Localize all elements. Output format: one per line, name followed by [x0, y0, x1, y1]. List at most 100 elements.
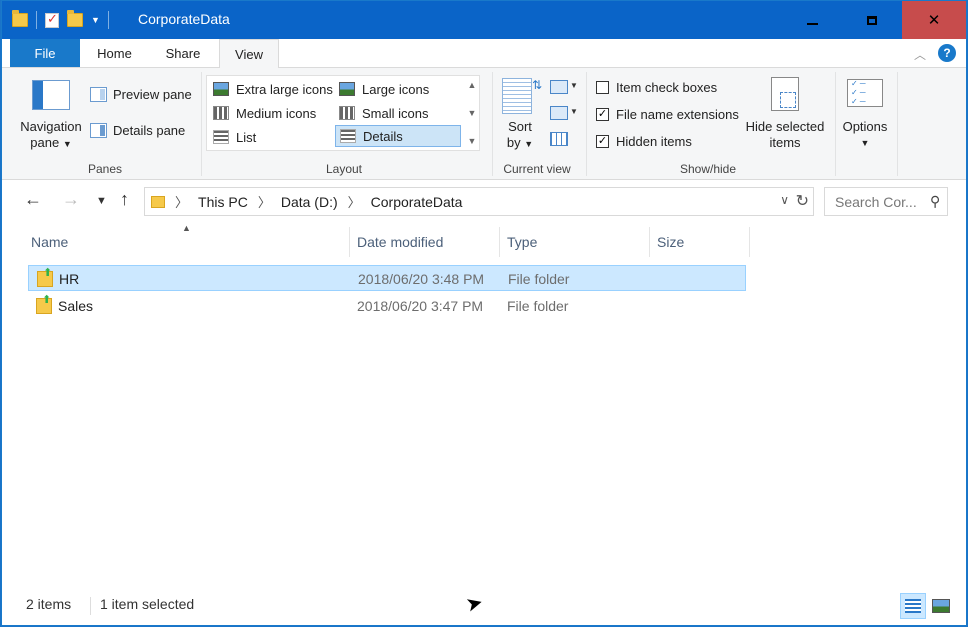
breadcrumb-corporatedata[interactable]: CorporateData — [371, 194, 463, 210]
options-label: Options — [842, 119, 888, 134]
folder-icon — [36, 293, 52, 314]
layout-gallery: Extra large icons Large icons Medium ico… — [206, 75, 480, 151]
column-header-name[interactable]: Name — [24, 227, 350, 257]
breadcrumb-data-d[interactable]: Data (D:) — [281, 194, 338, 210]
column-header-date-modified[interactable]: Date modified — [350, 227, 500, 257]
up-arrow-icon[interactable]: ↑ — [120, 189, 129, 210]
hide-selected-items-icon[interactable] — [771, 77, 799, 111]
address-history-chevron-icon[interactable]: ∨ — [780, 193, 789, 207]
file-name-extensions-toggle[interactable]: ✓ File name extensions — [596, 107, 739, 122]
medium-icons-icon — [213, 106, 229, 120]
search-icon[interactable]: ⚲ — [930, 193, 940, 210]
table-row[interactable]: HR 2018/06/20 3:48 PM File folder — [28, 265, 746, 291]
scroll-up-icon[interactable]: ▲ — [468, 80, 477, 90]
breadcrumb-chevron-icon[interactable]: 〉 — [348, 192, 361, 211]
gallery-more-icon[interactable]: ▼ — [468, 136, 477, 146]
scroll-down-icon[interactable]: ▼ — [468, 108, 477, 118]
file-name-extensions-checkbox[interactable]: ✓ — [596, 108, 609, 121]
details-view-button[interactable] — [900, 593, 926, 619]
close-icon: ✕ — [927, 12, 941, 29]
layout-extra-large-icons[interactable]: Extra large icons — [209, 78, 335, 100]
tab-view[interactable]: View — [219, 39, 279, 69]
breadcrumb-chevron-icon[interactable]: 〉 — [258, 192, 271, 211]
ribbon-tab-bar: File Home Share View ︿ ? — [2, 39, 966, 69]
details-pane-icon — [90, 123, 107, 138]
breadcrumb-this-pc[interactable]: This PC — [198, 194, 248, 210]
hide-selected-label-2: items — [769, 135, 801, 150]
tab-share[interactable]: Share — [150, 39, 216, 68]
layout-small-icons[interactable]: Small icons — [335, 102, 461, 124]
new-folder-icon[interactable] — [67, 10, 83, 27]
breadcrumb-chevron-icon[interactable]: 〉 — [175, 192, 188, 211]
column-header-size[interactable]: Size — [650, 227, 750, 257]
group-by-icon[interactable] — [550, 80, 568, 94]
large-icons-view-button[interactable] — [928, 593, 954, 619]
file-date-modified: 2018/06/20 3:47 PM — [357, 298, 484, 314]
maximize-icon — [867, 15, 877, 25]
layout-medium-icons[interactable]: Medium icons — [209, 102, 335, 124]
back-arrow-icon[interactable]: ← — [24, 189, 42, 210]
properties-icon[interactable] — [45, 11, 59, 28]
add-columns-icon[interactable] — [550, 106, 568, 120]
details-icon — [340, 129, 356, 143]
large-icons-icon — [339, 82, 355, 96]
layout-option-label: Details — [363, 128, 403, 144]
size-all-columns-icon[interactable] — [550, 132, 568, 146]
ribbon-view: Navigation pane ▼ Preview pane Details p… — [2, 68, 966, 180]
title-bar[interactable]: ▼ CorporateData ✕ — [2, 1, 966, 39]
layout-gallery-scroll[interactable]: ▲ ▼ ▼ — [463, 80, 481, 146]
minimize-button[interactable] — [782, 1, 842, 39]
navigation-pane-icon[interactable] — [32, 80, 70, 110]
item-check-boxes-checkbox[interactable] — [596, 81, 609, 94]
collapse-ribbon-chevron-icon[interactable]: ︿ — [914, 46, 926, 63]
folder-icon — [151, 195, 165, 208]
tab-file[interactable]: File — [10, 39, 80, 67]
layout-large-icons[interactable]: Large icons — [335, 78, 461, 100]
sort-by-label-2: by — [506, 135, 521, 150]
hidden-items-toggle[interactable]: ✓ Hidden items — [596, 134, 692, 149]
file-explorer-window: ▼ CorporateData ✕ File Home Share View ︿… — [1, 0, 967, 626]
refresh-icon[interactable]: ↻ — [796, 191, 809, 211]
large-icons-view-icon — [932, 599, 950, 613]
hidden-items-checkbox[interactable]: ✓ — [596, 135, 609, 148]
minimize-icon — [806, 23, 818, 25]
sort-by-label-1: Sort — [508, 119, 532, 134]
chevron-down-icon: ▼ — [860, 138, 870, 148]
table-row[interactable]: Sales 2018/06/20 3:47 PM File folder — [28, 293, 746, 319]
file-name: HR — [59, 271, 80, 287]
recent-locations-chevron-icon[interactable]: ▼ — [96, 195, 107, 207]
details-pane-button[interactable]: Details pane — [90, 123, 185, 138]
layout-option-label: List — [236, 129, 257, 145]
panes-group-label: Panes — [87, 162, 123, 176]
help-icon[interactable]: ? — [938, 44, 956, 62]
sort-by-icon[interactable] — [502, 78, 532, 114]
close-button[interactable]: ✕ — [902, 1, 966, 39]
details-view-icon — [905, 599, 921, 613]
file-type: File folder — [508, 271, 570, 287]
qat-separator — [36, 11, 37, 29]
search-input[interactable]: Search Cor... ⚲ — [824, 187, 948, 216]
item-check-boxes-toggle[interactable]: Item check boxes — [596, 80, 717, 95]
hide-selected-items-button[interactable]: Hide selected items — [742, 119, 828, 151]
chevron-down-icon[interactable]: ▼ — [570, 81, 578, 90]
options-button[interactable]: Options ▼ — [836, 119, 894, 151]
small-icons-icon — [339, 106, 355, 120]
options-icon[interactable] — [847, 79, 883, 107]
layout-details[interactable]: Details — [335, 125, 461, 147]
forward-arrow-icon[interactable]: → — [62, 189, 80, 210]
chevron-down-icon: ▼ — [524, 139, 534, 149]
address-bar[interactable]: 〉 This PC 〉 Data (D:) 〉 CorporateData ∨ … — [144, 187, 814, 216]
chevron-down-icon[interactable]: ▼ — [570, 107, 578, 116]
folder-icon — [12, 10, 28, 27]
sort-by-button[interactable]: Sort by ▼ — [498, 119, 542, 152]
maximize-button[interactable] — [842, 1, 902, 39]
navigation-pane-button[interactable]: Navigation pane ▼ — [16, 119, 86, 152]
file-name-extensions-label: File name extensions — [616, 107, 739, 122]
column-header-type[interactable]: Type — [500, 227, 650, 257]
tab-home[interactable]: Home — [82, 39, 147, 68]
preview-pane-button[interactable]: Preview pane — [90, 87, 192, 102]
layout-list[interactable]: List — [209, 126, 335, 148]
folder-icon — [37, 266, 53, 287]
details-pane-label: Details pane — [113, 123, 186, 138]
customize-qat-chevron-icon[interactable]: ▼ — [91, 15, 100, 25]
